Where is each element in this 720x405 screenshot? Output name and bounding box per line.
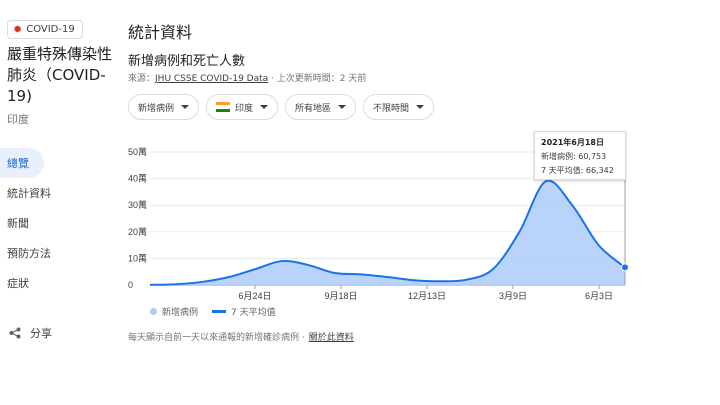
source-prefix: 來源： — [128, 74, 156, 84]
y-tick-label: 10萬 — [128, 252, 147, 263]
x-tick-label: 3月9日 — [499, 291, 527, 301]
share-icon — [9, 327, 21, 339]
footnote-text: 每天顯示自前一天以來通報的新增確診病例 · — [128, 333, 305, 343]
virus-icon: ✹ — [13, 23, 23, 36]
country-filter-label: 印度 — [235, 103, 254, 114]
x-tick-label: 6月3日 — [585, 291, 613, 301]
y-tick-label: 20萬 — [128, 226, 147, 237]
x-tick-label: 9月18日 — [324, 291, 357, 301]
badge-label: COVID-19 — [26, 24, 75, 35]
chevron-down-icon — [260, 105, 269, 109]
country-filter[interactable]: 印度 — [206, 94, 279, 120]
region-filter[interactable]: 所有地區 — [285, 94, 357, 120]
top-divider — [128, 0, 360, 2]
chevron-down-icon — [338, 105, 347, 109]
section-title: 新增病例和死亡人數 — [128, 54, 246, 69]
covid-badge[interactable]: ✹ COVID-19 — [7, 20, 83, 39]
y-tick-label: 0 — [128, 280, 133, 290]
chart-tooltip: 2021年6月18日 新增病例: 60,753 7 天平均值: 66,342 — [534, 131, 626, 180]
y-tick-label: 30萬 — [128, 199, 147, 210]
nav-news[interactable]: 新聞 — [0, 208, 115, 238]
footnote: 每天顯示自前一天以來通報的新增確診病例 · 關於此資料 — [128, 330, 354, 343]
main-content: 統計資料 新增病例和死亡人數 來源：JHU CSSE COVID-19 Data… — [128, 0, 718, 405]
source-link[interactable]: JHU CSSE COVID-19 Data — [155, 74, 268, 84]
share-button[interactable]: 分享 — [9, 325, 52, 341]
nav-symptoms[interactable]: 症狀 — [0, 268, 115, 298]
hover-point — [621, 263, 629, 272]
legend-cases-swatch — [150, 308, 157, 315]
chevron-down-icon — [416, 105, 425, 109]
india-flag-icon — [216, 102, 231, 112]
topic-region: 印度 — [7, 113, 29, 126]
chart-legend: 新增病例 7 天平均值 — [150, 305, 276, 318]
time-filter[interactable]: 不限時間 — [363, 94, 435, 120]
y-tick-label: 40萬 — [128, 173, 147, 184]
time-filter-label: 不限時間 — [373, 103, 410, 114]
nav-statistics[interactable]: 統計資料 — [0, 178, 115, 208]
page-title: 統計資料 — [128, 23, 193, 42]
metric-filter[interactable]: 新增病例 — [128, 94, 200, 120]
tooltip-date: 2021年6月18日 — [541, 138, 604, 147]
tooltip-cases: 新增病例: 60,753 — [541, 152, 607, 161]
filter-bar: 新增病例 印度 所有地區 不限時間 — [128, 94, 441, 120]
sidebar: ✹ COVID-19 嚴重特殊傳染性肺炎（COVID-19) 印度 總覽 統計資… — [0, 0, 115, 405]
tooltip-avg: 7 天平均值: 66,342 — [541, 166, 614, 175]
y-tick-label: 50萬 — [128, 146, 147, 157]
source-line: 來源：JHU CSSE COVID-19 Data · 上次更新時間：2 天前 — [128, 71, 366, 84]
sidebar-nav: 總覽 統計資料 新聞 預防方法 症狀 — [0, 148, 115, 298]
share-label: 分享 — [30, 327, 52, 340]
chevron-down-icon — [181, 105, 190, 109]
legend-avg-label: 7 天平均值 — [231, 308, 276, 318]
about-data-link[interactable]: 關於此資料 — [309, 333, 354, 343]
x-tick-label: 12月13日 — [408, 291, 446, 301]
cases-area — [150, 180, 625, 285]
nav-prevention[interactable]: 預防方法 — [0, 238, 115, 268]
legend-cases-label: 新增病例 — [162, 308, 199, 318]
x-tick-label: 6月24日 — [238, 291, 271, 301]
source-suffix: · 上次更新時間：2 天前 — [268, 74, 367, 84]
metric-filter-label: 新增病例 — [138, 103, 175, 114]
legend-avg-swatch — [212, 310, 227, 313]
region-filter-label: 所有地區 — [295, 103, 332, 114]
nav-overview[interactable]: 總覽 — [0, 148, 44, 178]
topic-title: 嚴重特殊傳染性肺炎（COVID-19) — [7, 45, 113, 105]
